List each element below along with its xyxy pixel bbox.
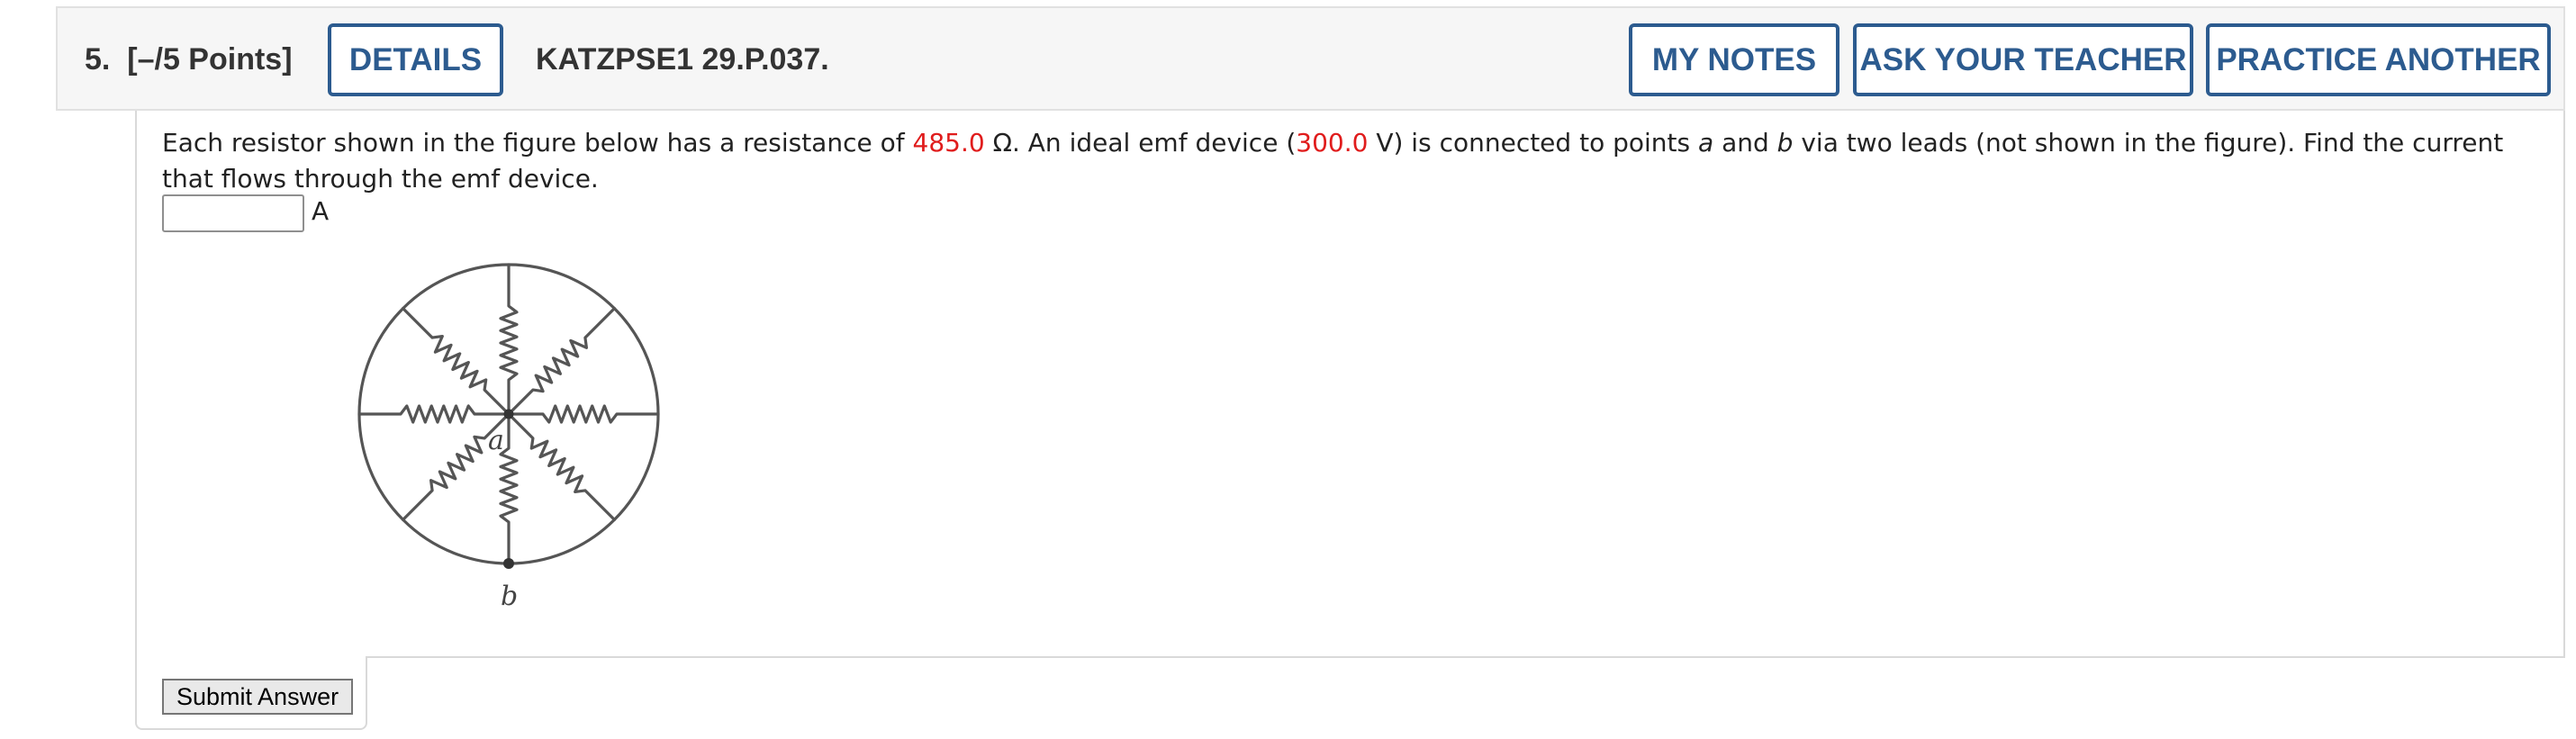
center-node <box>503 409 514 419</box>
question-header: 5. [–/5 Points] DETAILS KATZPSE1 29.P.03… <box>56 6 2565 111</box>
problem-text: Each resistor shown in the figure below … <box>162 128 913 158</box>
my-notes-button[interactable]: MY NOTES <box>1629 23 1839 96</box>
resistor-up-left <box>401 306 511 416</box>
figure-label-b: b <box>501 581 518 612</box>
submit-answer-button[interactable]: Submit Answer <box>162 679 354 715</box>
circuit-figure: a b <box>351 257 666 617</box>
point-b-label: b <box>1776 128 1794 158</box>
resistor-right <box>507 404 660 424</box>
ask-your-teacher-button[interactable]: ASK YOUR TEACHER <box>1853 23 2193 96</box>
resistor-down-right <box>507 412 616 521</box>
emf-value: 300.0 <box>1296 128 1369 158</box>
resistor-up-right <box>507 306 616 416</box>
practice-another-button[interactable]: PRACTICE ANOTHER <box>2206 23 2551 96</box>
problem-text: and <box>1713 128 1777 158</box>
submit-area: Submit Answer <box>135 656 367 730</box>
details-button[interactable]: DETAILS <box>328 23 503 96</box>
figure-label-a: a <box>488 425 504 456</box>
resistor-left <box>357 404 511 424</box>
circuit-diagram: a b <box>357 263 660 612</box>
node-b <box>503 558 514 569</box>
question-number: 5. [–/5 Points] <box>85 42 293 77</box>
problem-statement: Each resistor shown in the figure below … <box>162 125 2521 197</box>
question-code: KATZPSE1 29.P.037. <box>536 42 829 77</box>
question-points: [–/5 Points] <box>127 42 293 77</box>
point-a-label: a <box>1698 128 1714 158</box>
problem-text: V) is connected to points <box>1368 128 1698 158</box>
answer-input[interactable] <box>162 194 304 232</box>
question-number-label: 5. <box>85 42 111 77</box>
resistor-up <box>499 263 519 416</box>
answer-unit: A <box>312 196 330 226</box>
resistance-value: 485.0 <box>912 128 985 158</box>
problem-text: Ω. An ideal emf device ( <box>984 128 1297 158</box>
